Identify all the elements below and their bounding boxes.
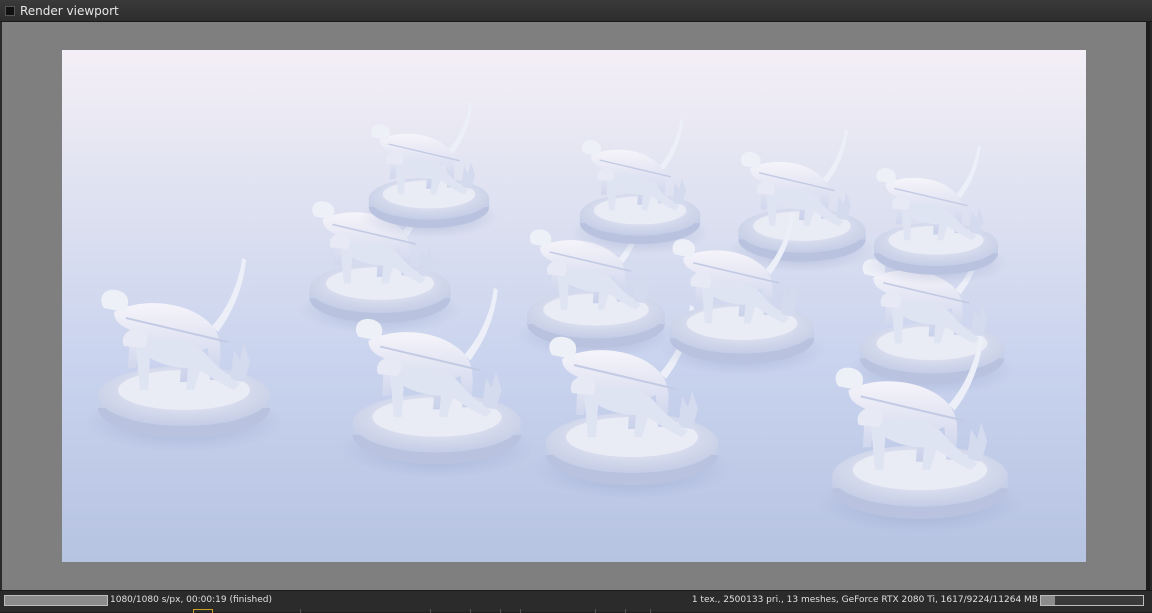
- titlebar[interactable]: Render viewport: [0, 0, 1152, 22]
- timeline-tick: [625, 609, 626, 613]
- figurine-12: [863, 144, 1009, 286]
- render-window: Render viewport 1080/1080 s/px, 00:00:19…: [0, 0, 1152, 613]
- window-icon[interactable]: [5, 6, 15, 16]
- render-status-text: 1080/1080 s/px, 00:00:19 (finished): [110, 595, 273, 605]
- figurine-7: [569, 117, 711, 255]
- render-canvas: [83, 101, 1024, 535]
- render-viewport[interactable]: [2, 22, 1150, 590]
- timeline-tick: [520, 609, 521, 613]
- timeline-marker[interactable]: [193, 609, 213, 613]
- status-bar: 1080/1080 s/px, 00:00:19 (finished) 1 te…: [0, 590, 1152, 613]
- timeline-tick: [650, 609, 651, 613]
- render-progress-bar: [4, 595, 108, 606]
- window-title: Render viewport: [20, 4, 119, 18]
- figurine-8: [727, 127, 877, 273]
- memory-usage-bar: [1040, 595, 1144, 606]
- timeline-tick: [500, 609, 501, 613]
- render-progress-fill: [5, 596, 107, 605]
- timeline-tick: [470, 609, 471, 613]
- timeline-tick: [430, 609, 431, 613]
- figurine-1: [83, 257, 285, 453]
- memory-usage-fill: [1041, 596, 1056, 605]
- figurine-4: [358, 101, 500, 239]
- rendered-image: [62, 50, 1086, 562]
- scene-stats-text: 1 tex., 2500133 pri., 13 meshes, GeForce…: [691, 595, 1038, 605]
- timeline-tick: [300, 609, 301, 613]
- timeline-tick: [595, 609, 596, 613]
